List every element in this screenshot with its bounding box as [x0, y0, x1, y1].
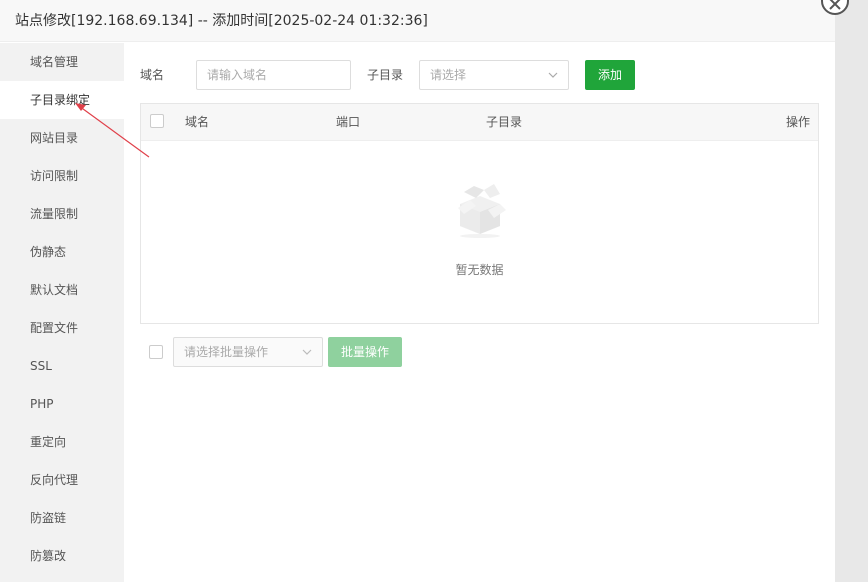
subdir-label: 子目录 — [367, 68, 404, 82]
chevron-down-icon — [548, 72, 558, 78]
add-form: 域名 请输入域名 子目录 请选择 添加 — [140, 60, 830, 90]
sidebar-item-hotlink-protection[interactable]: 防盗链 — [0, 499, 124, 537]
chevron-down-icon — [302, 349, 312, 355]
sidebar-item-rewrite[interactable]: 伪静态 — [0, 233, 124, 271]
modal-title: 站点修改[192.168.69.134] -- 添加时间[2025-02-24 … — [0, 0, 835, 42]
sidebar-item-reverse-proxy[interactable]: 反向代理 — [0, 461, 124, 499]
subdir-select[interactable]: 请选择 — [419, 60, 569, 90]
backdrop-right — [835, 0, 868, 582]
empty-state-text: 暂无数据 — [455, 263, 504, 277]
sidebar-item-redirect[interactable]: 重定向 — [0, 423, 124, 461]
empty-box-icon — [458, 184, 506, 238]
table-header: 域名 端口 子目录 操作 — [141, 104, 818, 141]
sidebar-item-traffic-limit[interactable]: 流量限制 — [0, 195, 124, 233]
batch-select-checkbox[interactable] — [149, 345, 163, 359]
domain-label: 域名 — [140, 68, 165, 82]
domain-input-placeholder: 请输入域名 — [207, 68, 268, 82]
content-panel: 域名 请输入域名 子目录 请选择 添加 域名 端口 子目录 操作 暂无数据 请选… — [124, 43, 835, 582]
subdir-table: 域名 端口 子目录 操作 暂无数据 — [140, 103, 819, 324]
column-header-subdir: 子目录 — [486, 115, 523, 129]
sidebar: 域名管理 子目录绑定 网站目录 访问限制 流量限制 伪静态 默认文档 配置文件 … — [0, 43, 124, 582]
site-settings-modal: 站点修改[192.168.69.134] -- 添加时间[2025-02-24 … — [0, 0, 835, 582]
sidebar-item-tamper-protection[interactable]: 防篡改 — [0, 537, 124, 575]
sidebar-item-subdirectory-binding[interactable]: 子目录绑定 — [0, 81, 124, 119]
subdir-select-placeholder: 请选择 — [430, 68, 467, 82]
sidebar-item-domain-management[interactable]: 域名管理 — [0, 43, 124, 81]
sidebar-item-access-restriction[interactable]: 访问限制 — [0, 157, 124, 195]
sidebar-item-php[interactable]: PHP — [0, 385, 124, 423]
column-header-actions: 操作 — [785, 115, 810, 129]
column-header-port: 端口 — [336, 115, 361, 129]
batch-operation-button[interactable]: 批量操作 — [328, 337, 402, 367]
add-button[interactable]: 添加 — [585, 60, 635, 90]
batch-select-placeholder: 请选择批量操作 — [184, 345, 269, 359]
domain-input[interactable]: 请输入域名 — [196, 60, 351, 90]
sidebar-item-ssl[interactable]: SSL — [0, 347, 124, 385]
close-icon — [829, 0, 841, 10]
batch-operations: 请选择批量操作 批量操作 — [140, 337, 540, 367]
sidebar-item-default-document[interactable]: 默认文档 — [0, 271, 124, 309]
select-all-checkbox[interactable] — [150, 114, 164, 128]
sidebar-item-config-file[interactable]: 配置文件 — [0, 309, 124, 347]
sidebar-item-site-directory[interactable]: 网站目录 — [0, 119, 124, 157]
batch-action-select[interactable]: 请选择批量操作 — [173, 337, 323, 367]
column-header-domain: 域名 — [185, 115, 210, 129]
